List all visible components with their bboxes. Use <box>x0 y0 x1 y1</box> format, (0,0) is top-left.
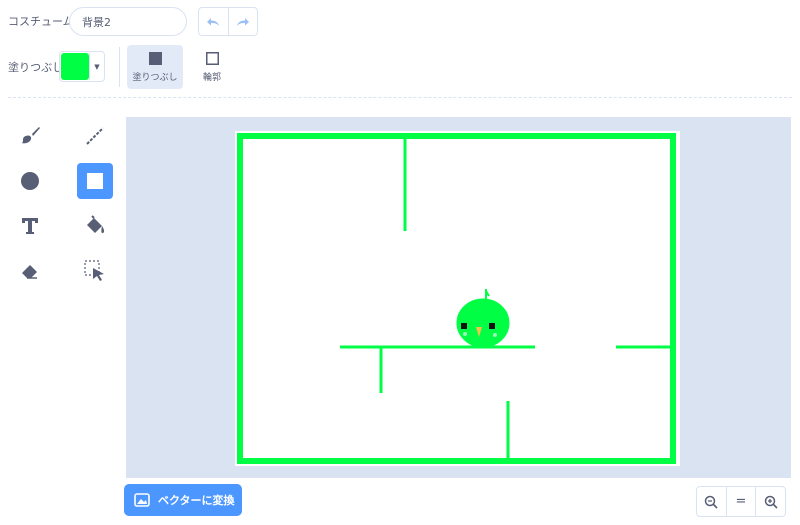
circle-tool[interactable] <box>12 163 48 199</box>
divider <box>119 47 120 87</box>
line-tool[interactable] <box>77 118 113 154</box>
eraser-tool[interactable] <box>12 253 48 289</box>
zoom-in-button[interactable] <box>755 487 785 516</box>
undo-button[interactable] <box>199 8 228 35</box>
outline-mode-label: 輪郭 <box>202 73 221 83</box>
redo-icon <box>236 17 249 26</box>
costume-label: コスチューム <box>8 15 74 28</box>
undo-redo-group <box>198 7 258 36</box>
filled-square-icon <box>148 52 162 65</box>
select-icon <box>84 260 104 281</box>
chevron-down-icon[interactable]: ▼ <box>89 53 104 80</box>
fill-color-swatch[interactable] <box>61 53 89 80</box>
stage-canvas[interactable] <box>235 131 680 466</box>
zoom-out-icon <box>705 495 718 509</box>
outline-mode-button[interactable]: 輪郭 <box>184 45 240 89</box>
zoom-reset-button[interactable]: = <box>725 487 756 516</box>
fill-tool[interactable] <box>77 208 113 244</box>
toolbar-divider <box>8 97 792 98</box>
line-icon <box>86 127 104 145</box>
convert-to-vector-label: ベクターに変換 <box>158 494 235 507</box>
redo-button[interactable] <box>227 8 258 35</box>
undo-icon <box>207 17 220 26</box>
circle-icon <box>21 172 39 190</box>
brush-tool[interactable] <box>12 118 48 154</box>
text-icon <box>22 218 38 234</box>
select-tool[interactable] <box>77 253 113 289</box>
image-icon <box>134 493 150 507</box>
zoom-controls: = <box>696 486 786 517</box>
bird-sprite-drawing <box>456 289 510 348</box>
fill-mode-button[interactable]: 塗りつぶし <box>127 45 183 89</box>
fill-label: 塗りつぶし <box>8 61 64 74</box>
rectangle-icon <box>87 173 103 189</box>
eraser-icon <box>22 265 37 279</box>
fill-bucket-icon <box>87 215 105 234</box>
fill-color-picker[interactable]: ▼ <box>59 51 105 82</box>
zoom-in-icon <box>764 495 778 509</box>
zoom-out-button[interactable] <box>697 487 726 516</box>
costume-name-input[interactable] <box>69 7 187 36</box>
text-tool[interactable] <box>12 208 48 244</box>
outline-square-icon <box>205 52 219 65</box>
rectangle-tool[interactable] <box>77 163 113 199</box>
convert-to-vector-button[interactable]: ベクターに変換 <box>124 484 242 516</box>
brush-icon <box>22 127 40 144</box>
fill-mode-label: 塗りつぶし <box>132 73 178 83</box>
